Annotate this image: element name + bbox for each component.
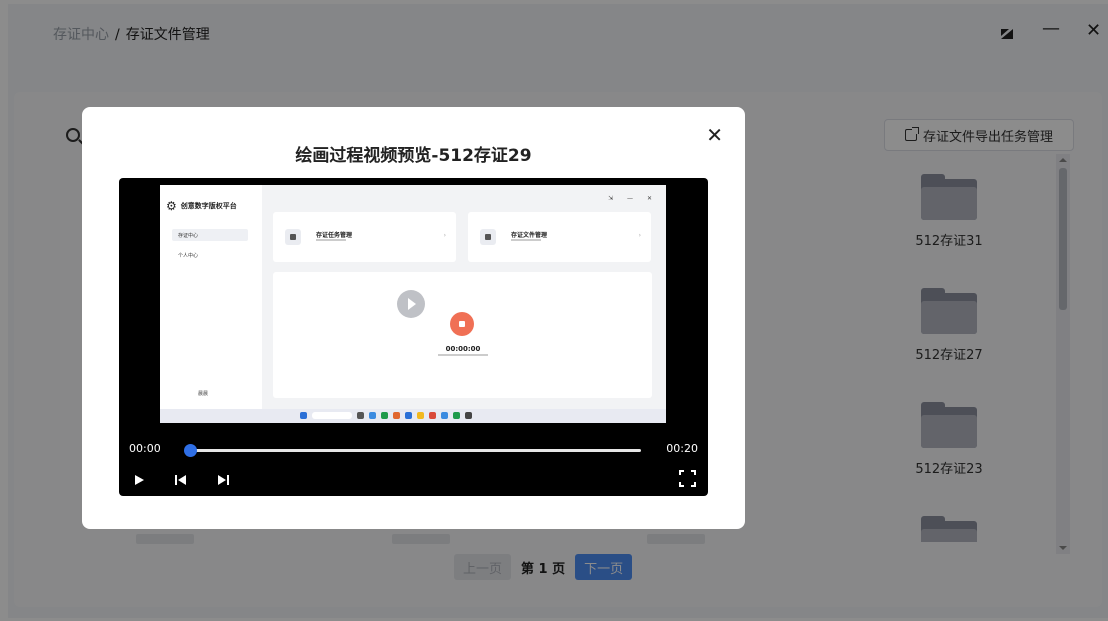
gear-icon: ⚙: [166, 199, 177, 213]
frame-card-title: 存证任务管理: [316, 232, 353, 239]
record-stop-icon: [450, 312, 474, 336]
frame-timer: 00:00:00: [445, 345, 481, 353]
frame-card: 存证任务管理 ›: [273, 212, 456, 262]
frame-nav-item: 存证中心: [172, 229, 248, 241]
chevron-right-icon: ›: [443, 232, 446, 239]
frame-card-subtitle: [316, 239, 346, 241]
video-player[interactable]: ⚙ 创意数字版权平台 存证中心 个人中心 晨晨 ⇲ — ✕ 存证任务管理 › 存证…: [119, 178, 708, 496]
frame-nav-label: 存证中心: [178, 232, 199, 239]
folder-icon: [480, 229, 496, 245]
progress-handle[interactable]: [184, 444, 197, 457]
frame-card: 存证文件管理 ›: [468, 212, 651, 262]
skip-next-icon[interactable]: [214, 473, 232, 487]
play-icon[interactable]: [131, 473, 149, 487]
total-time: 00:20: [666, 442, 698, 455]
frame-recorder-panel: 00:00:00: [273, 272, 652, 398]
current-time: 00:00: [129, 442, 161, 455]
frame-logo: ⚙ 创意数字版权平台: [166, 199, 237, 213]
frame-nav-label: 个人中心: [178, 252, 199, 259]
fullscreen-icon[interactable]: [679, 470, 696, 487]
dialog-title: 绘画过程视频预览-512存证29: [295, 146, 532, 166]
frame-card-subtitle: [511, 239, 541, 241]
video-preview-dialog: 绘画过程视频预览-512存证29 ✕ ⚙ 创意数字版权平台 存证中心 个人中心 晨…: [82, 107, 745, 529]
close-dialog-button[interactable]: ✕: [706, 123, 723, 147]
video-frame: ⚙ 创意数字版权平台 存证中心 个人中心 晨晨 ⇲ — ✕ 存证任务管理 › 存证…: [160, 185, 666, 423]
frame-sidebar: ⚙ 创意数字版权平台 存证中心 个人中心 晨晨: [160, 185, 262, 409]
frame-card-title: 存证文件管理: [511, 232, 548, 239]
progress-bar[interactable]: [184, 444, 641, 457]
frame-user: 晨晨: [198, 391, 209, 397]
frame-window-controls: ⇲ — ✕: [608, 195, 658, 202]
play-circle-icon: [397, 290, 425, 318]
frame-nav-item: 个人中心: [172, 249, 248, 261]
skip-previous-icon[interactable]: [172, 473, 190, 487]
taskbar-icons: [300, 412, 472, 419]
task-icon: [285, 229, 301, 245]
frame-app-name: 创意数字版权平台: [180, 202, 237, 210]
frame-timer-caption: [438, 354, 488, 356]
frame-taskbar: [160, 409, 666, 423]
chevron-right-icon: ›: [638, 232, 641, 239]
